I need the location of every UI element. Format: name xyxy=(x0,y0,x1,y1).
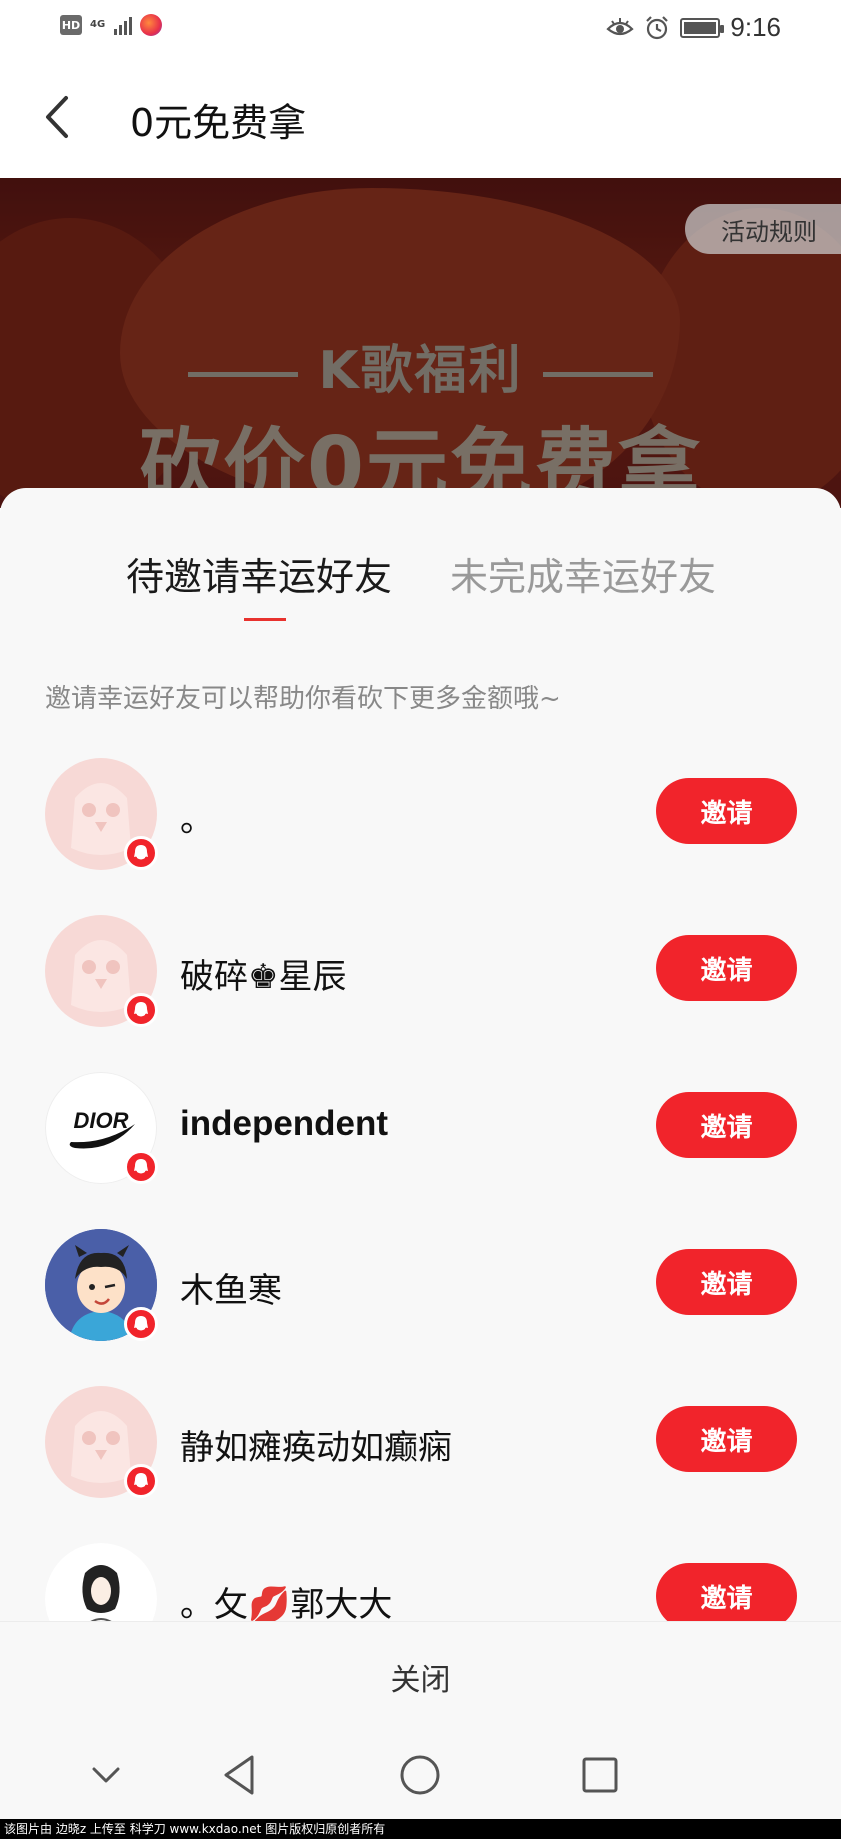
qq-badge-icon xyxy=(124,1464,158,1498)
close-button[interactable]: 关闭 xyxy=(0,1621,841,1731)
hint-text: 邀请幸运好友可以帮助你看砍下更多金额哦~ xyxy=(45,684,561,714)
network-type: 4G xyxy=(90,19,106,30)
list-item: 静如瘫痪动如癫痫 邀请 xyxy=(0,1372,841,1529)
list-item: 。 邀请 xyxy=(0,744,841,901)
eye-icon xyxy=(606,17,635,35)
nav-recents-button[interactable] xyxy=(576,1751,624,1799)
back-button[interactable] xyxy=(36,92,86,142)
square-recents-icon xyxy=(582,1757,618,1793)
friend-name: independent xyxy=(180,1104,389,1143)
clock: 9:16 xyxy=(730,12,781,42)
battery-icon xyxy=(680,17,725,38)
invite-button[interactable]: 邀请 xyxy=(656,1249,797,1315)
signal-icon xyxy=(114,15,132,35)
friend-name: 静如瘫痪动如癫痫 xyxy=(180,1428,452,1468)
qq-badge-icon xyxy=(124,836,158,870)
tab-pending-friends[interactable]: 待邀请幸运好友 xyxy=(126,546,392,601)
system-nav-bar xyxy=(0,1731,841,1819)
chevron-left-icon xyxy=(46,96,68,138)
page-title: 0元免费拿 xyxy=(130,101,307,145)
friend-name: 。攵💋郭大大 xyxy=(180,1585,393,1621)
list-item: 。攵💋郭大大 邀请 xyxy=(0,1529,841,1621)
alarm-icon xyxy=(646,15,669,39)
qq-badge-icon xyxy=(124,1150,158,1184)
app-header: 0元免费拿 xyxy=(0,56,841,178)
qq-badge-icon xyxy=(124,1307,158,1341)
watermark-text: 该图片由 边晓z 上传至 科学刀 www.kxdao.net 图片版权归原创者所… xyxy=(0,1819,841,1839)
invite-button[interactable]: 邀请 xyxy=(656,1406,797,1472)
invite-sheet: 待邀请幸运好友 未完成幸运好友 邀请幸运好友可以帮助你看砍下更多金额哦~ 。 邀… xyxy=(0,488,841,1621)
status-left: HD 4G xyxy=(60,14,162,36)
qq-badge-icon xyxy=(124,993,158,1027)
list-item: DIOR independent 邀请 xyxy=(0,1058,841,1215)
list-item: 破碎♚星辰 邀请 xyxy=(0,901,841,1058)
svg-text:DIOR: DIOR xyxy=(74,1108,129,1133)
friend-name: 。 xyxy=(180,800,214,840)
invite-button[interactable]: 邀请 xyxy=(656,935,797,1001)
status-right: 9:16 xyxy=(606,12,781,43)
nav-hide-button[interactable] xyxy=(82,1751,130,1799)
friend-name: 木鱼寒 xyxy=(180,1271,282,1311)
circle-home-icon xyxy=(400,1755,440,1795)
hd-icon: HD xyxy=(60,15,82,35)
avatar[interactable] xyxy=(45,1543,157,1621)
triangle-back-icon xyxy=(224,1755,254,1795)
chevron-down-icon xyxy=(92,1767,120,1783)
invite-button[interactable]: 邀请 xyxy=(656,1092,797,1158)
list-item: 木鱼寒 邀请 xyxy=(0,1215,841,1372)
woman-sketch-icon xyxy=(45,1543,157,1621)
invite-button[interactable]: 邀请 xyxy=(656,1563,797,1621)
nav-back-button[interactable] xyxy=(216,1751,264,1799)
status-bar: HD 4G 9:16 xyxy=(0,0,841,56)
nav-home-button[interactable] xyxy=(396,1751,444,1799)
tab-indicator xyxy=(244,618,286,621)
friend-name: 破碎♚星辰 xyxy=(180,957,347,997)
tab-incomplete-friends[interactable]: 未完成幸运好友 xyxy=(450,546,716,601)
app-notification-icon xyxy=(140,14,162,36)
close-label: 关闭 xyxy=(390,1662,451,1698)
tab-bar: 待邀请幸运好友 未完成幸运好友 xyxy=(0,488,841,628)
rules-button[interactable]: 活动规则 xyxy=(685,204,841,254)
invite-button[interactable]: 邀请 xyxy=(656,778,797,844)
promo-banner: K歌福利 砍价0元免费拿 活动规则 xyxy=(0,178,841,508)
